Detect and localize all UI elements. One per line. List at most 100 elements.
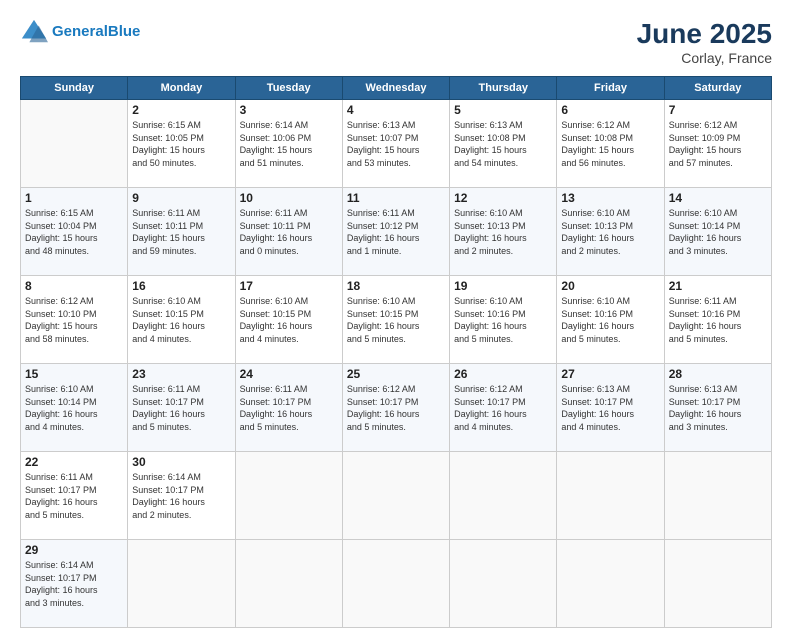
calendar-cell [450,540,557,628]
calendar-week: 1 Sunrise: 6:15 AM Sunset: 10:04 PM Dayli… [21,188,772,276]
day-number: 18 [347,279,445,293]
day-info: Sunrise: 6:14 AM Sunset: 10:17 PM Daylig… [25,559,123,609]
calendar-cell: 1 Sunrise: 6:15 AM Sunset: 10:04 PM Dayli… [21,188,128,276]
day-number: 30 [132,455,230,469]
calendar-cell: 25 Sunrise: 6:12 AM Sunset: 10:17 PM Dayl… [342,364,449,452]
logo: GeneralBlue [20,18,140,46]
day-info: Sunrise: 6:15 AM Sunset: 10:04 PM Daylig… [25,207,123,257]
calendar-cell [557,452,664,540]
weekday-header: Friday [557,77,664,100]
day-number: 5 [454,103,552,117]
calendar-cell [557,540,664,628]
day-info: Sunrise: 6:12 AM Sunset: 10:17 PM Daylig… [347,383,445,433]
calendar-cell: 18 Sunrise: 6:10 AM Sunset: 10:15 PM Dayl… [342,276,449,364]
day-info: Sunrise: 6:11 AM Sunset: 10:17 PM Daylig… [240,383,338,433]
calendar-cell [342,540,449,628]
day-number: 26 [454,367,552,381]
calendar-cell [21,100,128,188]
day-number: 24 [240,367,338,381]
day-info: Sunrise: 6:11 AM Sunset: 10:11 PM Daylig… [132,207,230,257]
day-info: Sunrise: 6:12 AM Sunset: 10:09 PM Daylig… [669,119,767,169]
calendar-cell [342,452,449,540]
day-info: Sunrise: 6:15 AM Sunset: 10:05 PM Daylig… [132,119,230,169]
calendar-body: 2 Sunrise: 6:15 AM Sunset: 10:05 PM Dayli… [21,100,772,628]
calendar-cell: 30Sunrise: 6:14 AM Sunset: 10:17 PM Dayl… [128,452,235,540]
day-number: 12 [454,191,552,205]
weekday-header: Wednesday [342,77,449,100]
day-info: Sunrise: 6:11 AM Sunset: 10:12 PM Daylig… [347,207,445,257]
day-info: Sunrise: 6:10 AM Sunset: 10:13 PM Daylig… [561,207,659,257]
weekday-header: Sunday [21,77,128,100]
day-number: 8 [25,279,123,293]
day-number: 4 [347,103,445,117]
logo-line2: Blue [108,23,141,40]
day-info: Sunrise: 6:12 AM Sunset: 10:10 PM Daylig… [25,295,123,345]
calendar-cell: 24 Sunrise: 6:11 AM Sunset: 10:17 PM Dayl… [235,364,342,452]
calendar-cell: 28Sunrise: 6:13 AM Sunset: 10:17 PM Dayl… [664,364,771,452]
day-info: Sunrise: 6:10 AM Sunset: 10:15 PM Daylig… [132,295,230,345]
header: GeneralBlue June 2025 Corlay, France [20,18,772,66]
calendar-cell: 14Sunrise: 6:10 AM Sunset: 10:14 PM Dayl… [664,188,771,276]
day-number: 29 [25,543,123,557]
calendar-cell: 19Sunrise: 6:10 AM Sunset: 10:16 PM Dayl… [450,276,557,364]
day-info: Sunrise: 6:14 AM Sunset: 10:06 PM Daylig… [240,119,338,169]
calendar-cell: 17Sunrise: 6:10 AM Sunset: 10:15 PM Dayl… [235,276,342,364]
weekday-header: Monday [128,77,235,100]
calendar-cell [450,452,557,540]
logo-line1: General [52,23,108,40]
day-number: 14 [669,191,767,205]
page: GeneralBlue June 2025 Corlay, France Sun… [0,0,792,612]
calendar-cell: 5 Sunrise: 6:13 AM Sunset: 10:08 PM Dayli… [450,100,557,188]
day-info: Sunrise: 6:12 AM Sunset: 10:08 PM Daylig… [561,119,659,169]
day-number: 19 [454,279,552,293]
calendar-cell: 8 Sunrise: 6:12 AM Sunset: 10:10 PM Dayli… [21,276,128,364]
calendar-cell: 4 Sunrise: 6:13 AM Sunset: 10:07 PM Dayli… [342,100,449,188]
calendar-cell: 3 Sunrise: 6:14 AM Sunset: 10:06 PM Dayli… [235,100,342,188]
day-info: Sunrise: 6:11 AM Sunset: 10:11 PM Daylig… [240,207,338,257]
day-number: 28 [669,367,767,381]
day-number: 17 [240,279,338,293]
calendar-week: 2 Sunrise: 6:15 AM Sunset: 10:05 PM Dayli… [21,100,772,188]
month-year: June 2025 [637,18,772,50]
calendar-week: 29 Sunrise: 6:14 AM Sunset: 10:17 PM Dayl… [21,540,772,628]
day-info: Sunrise: 6:13 AM Sunset: 10:08 PM Daylig… [454,119,552,169]
calendar: SundayMondayTuesdayWednesdayThursdayFrid… [20,76,772,628]
day-info: Sunrise: 6:13 AM Sunset: 10:17 PM Daylig… [561,383,659,433]
day-number: 16 [132,279,230,293]
day-info: Sunrise: 6:13 AM Sunset: 10:07 PM Daylig… [347,119,445,169]
location: Corlay, France [637,50,772,66]
day-info: Sunrise: 6:11 AM Sunset: 10:17 PM Daylig… [25,471,123,521]
day-number: 7 [669,103,767,117]
logo-text: GeneralBlue [52,24,140,41]
day-number: 9 [132,191,230,205]
day-number: 2 [132,103,230,117]
calendar-cell: 7 Sunrise: 6:12 AM Sunset: 10:09 PM Dayli… [664,100,771,188]
day-info: Sunrise: 6:11 AM Sunset: 10:16 PM Daylig… [669,295,767,345]
calendar-cell: 16 Sunrise: 6:10 AM Sunset: 10:15 PM Dayl… [128,276,235,364]
logo-icon [20,18,48,46]
calendar-cell [664,452,771,540]
day-number: 15 [25,367,123,381]
day-number: 21 [669,279,767,293]
calendar-header: SundayMondayTuesdayWednesdayThursdayFrid… [21,77,772,100]
day-number: 3 [240,103,338,117]
calendar-cell: 23 Sunrise: 6:11 AM Sunset: 10:17 PM Dayl… [128,364,235,452]
day-number: 1 [25,191,123,205]
calendar-cell: 9 Sunrise: 6:11 AM Sunset: 10:11 PM Dayli… [128,188,235,276]
day-number: 25 [347,367,445,381]
calendar-week: 22Sunrise: 6:11 AM Sunset: 10:17 PM Dayl… [21,452,772,540]
day-info: Sunrise: 6:10 AM Sunset: 10:16 PM Daylig… [561,295,659,345]
calendar-cell [128,540,235,628]
calendar-cell: 6 Sunrise: 6:12 AM Sunset: 10:08 PM Dayli… [557,100,664,188]
day-number: 23 [132,367,230,381]
calendar-cell [235,540,342,628]
day-number: 6 [561,103,659,117]
day-number: 13 [561,191,659,205]
day-info: Sunrise: 6:11 AM Sunset: 10:17 PM Daylig… [132,383,230,433]
calendar-cell: 11Sunrise: 6:11 AM Sunset: 10:12 PM Dayl… [342,188,449,276]
day-number: 10 [240,191,338,205]
calendar-cell: 29 Sunrise: 6:14 AM Sunset: 10:17 PM Dayl… [21,540,128,628]
calendar-week: 8 Sunrise: 6:12 AM Sunset: 10:10 PM Dayli… [21,276,772,364]
calendar-cell: 22Sunrise: 6:11 AM Sunset: 10:17 PM Dayl… [21,452,128,540]
day-info: Sunrise: 6:10 AM Sunset: 10:15 PM Daylig… [347,295,445,345]
